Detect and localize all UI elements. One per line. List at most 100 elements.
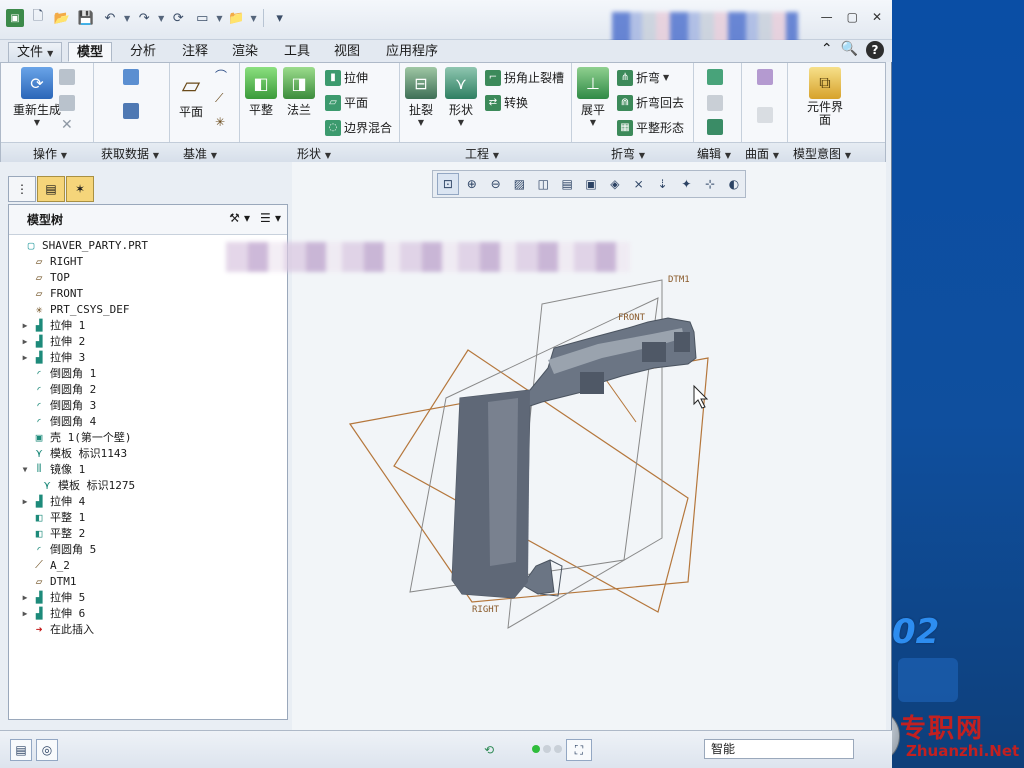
maximize-icon[interactable]: ▢ xyxy=(847,10,858,24)
edit-pattern-icon[interactable] xyxy=(707,69,723,85)
tree-item[interactable]: ▣ 壳 1(第一个壁) xyxy=(9,429,287,445)
help-icon[interactable]: ? xyxy=(866,41,884,59)
model-tree-tab-icon[interactable]: ⋮ xyxy=(8,176,36,202)
expand-arrow-icon[interactable]: ▶ xyxy=(19,497,31,506)
tree-columns-icon[interactable]: ☰ ▾ xyxy=(260,211,281,225)
more-icon[interactable]: ▾ xyxy=(270,8,290,28)
flange-button[interactable]: ◨ 法兰 xyxy=(283,67,315,118)
tree-item[interactable]: ▼ ⫴ 镜像 1 xyxy=(9,461,287,477)
tab-applications[interactable]: 应用程序 xyxy=(378,42,446,62)
tab-render[interactable]: 渲染 xyxy=(224,42,266,62)
expand-arrow-icon[interactable]: ▶ xyxy=(19,321,31,330)
save-icon[interactable]: 💾 xyxy=(76,8,96,28)
tree-item[interactable]: ▱ FRONT xyxy=(9,285,287,301)
close-icon[interactable]: ✕ xyxy=(872,10,882,24)
folder-icon[interactable]: 📁 xyxy=(226,8,246,28)
redo-dropdown-icon[interactable]: ▼ xyxy=(158,14,164,23)
convert-button[interactable]: ⇄ 转换 xyxy=(485,94,528,111)
search-icon[interactable]: 🔍 xyxy=(841,41,858,59)
view-manager-icon[interactable]: ▣ xyxy=(580,173,602,195)
tab-tools[interactable]: 工具 xyxy=(276,42,318,62)
component-interface-button[interactable]: ⧉ 元件界面 xyxy=(805,67,845,127)
show-navigator-icon[interactable]: ▤ xyxy=(10,739,32,761)
axis-icon[interactable]: ⟋ xyxy=(215,91,223,106)
tab-analysis[interactable]: 分析 xyxy=(122,42,164,62)
unbend-button[interactable]: ⊥ 展平 ▼ xyxy=(577,67,609,127)
csys-icon[interactable]: ✳ xyxy=(215,115,225,129)
fill-surface-icon[interactable] xyxy=(757,69,773,85)
selection-filter-select[interactable]: 智能 xyxy=(704,739,854,759)
refit-icon[interactable]: ⊡ xyxy=(437,173,459,195)
group-datum[interactable]: 基准 ▼ xyxy=(183,145,217,162)
tree-item[interactable]: ◜ 倒圆角 5 xyxy=(9,541,287,557)
undo-dropdown-icon[interactable]: ▼ xyxy=(124,14,130,23)
edit-arrow-icon[interactable] xyxy=(707,95,723,111)
tree-item[interactable]: ▶ ▟ 拉伸 2 xyxy=(9,333,287,349)
tree-item[interactable]: ▶ ▟ 拉伸 3 xyxy=(9,349,287,365)
tree-item[interactable]: ✳ PRT_CSYS_DEF xyxy=(9,301,287,317)
window-dropdown-icon[interactable]: ▼ xyxy=(216,14,222,23)
flat-state-button[interactable]: ▦ 平整形态 xyxy=(617,119,684,136)
expand-arrow-icon[interactable]: ▶ xyxy=(19,353,31,362)
tree-item[interactable]: ◜ 倒圆角 1 xyxy=(9,365,287,381)
tree-item[interactable]: ◜ 倒圆角 3 xyxy=(9,397,287,413)
tree-item[interactable]: ◧ 平整 1 xyxy=(9,509,287,525)
app-icon[interactable]: ▣ xyxy=(6,9,24,27)
saved-orientations-icon[interactable]: ▤ xyxy=(556,173,578,195)
expand-arrow-icon[interactable]: ▶ xyxy=(19,609,31,618)
tree-item[interactable]: ▶ ▟ 拉伸 4 xyxy=(9,493,287,509)
minimize-icon[interactable]: — xyxy=(821,10,833,24)
collapse-ribbon-icon[interactable]: ⌃ xyxy=(821,41,833,59)
group-model-intent[interactable]: 模型意图 ▼ xyxy=(793,145,851,162)
paste-icon[interactable] xyxy=(59,95,75,111)
tree-item[interactable]: ▶ ▟ 拉伸 6 xyxy=(9,605,287,621)
flatten-button[interactable]: ◧ 平整 xyxy=(245,67,277,118)
tab-annotate[interactable]: 注释 xyxy=(174,42,216,62)
perspective-icon[interactable]: ◈ xyxy=(604,173,626,195)
find-icon[interactable]: ⛶ xyxy=(566,739,592,761)
group-shapes[interactable]: 形状 ▼ xyxy=(297,145,331,162)
appearance-icon[interactable]: ◐ xyxy=(723,173,745,195)
expand-arrow-icon[interactable]: ▶ xyxy=(19,337,31,346)
tree-item[interactable]: ▶ ▟ 拉伸 5 xyxy=(9,589,287,605)
expanded-arrow-icon[interactable]: ▼ xyxy=(19,465,31,474)
csys-display-icon[interactable]: ⊹ xyxy=(699,173,721,195)
graphics-viewport[interactable]: DTM1 FRONT RIGHT ⊡ ⊕ ⊖ ▨ ◫ ▤ ▣ ◈ ⨯ ⇣ ✦ ⊹… xyxy=(226,162,886,730)
rip-button[interactable]: ⊟ 扯裂 ▼ xyxy=(405,67,437,127)
show-browser-icon[interactable]: ◎ xyxy=(36,739,58,761)
open-folder-icon[interactable]: 📂 xyxy=(52,8,72,28)
boundary-blend-button[interactable]: ◌ 边界混合 xyxy=(325,119,392,136)
regenerate-button[interactable]: ⟳ 重新生成 ▼ xyxy=(13,67,61,127)
datum-display-icon[interactable]: ⨯ xyxy=(628,173,650,195)
zoom-out-icon[interactable]: ⊖ xyxy=(485,173,507,195)
plane-shape-button[interactable]: ▱ 平面 xyxy=(325,94,368,111)
user-defined-feature-icon[interactable] xyxy=(123,69,139,85)
undo-icon[interactable]: ↶ xyxy=(100,8,120,28)
copy-geometry-icon[interactable] xyxy=(123,103,139,119)
tab-view[interactable]: 视图 xyxy=(326,42,368,62)
expand-arrow-icon[interactable]: ▶ xyxy=(19,593,31,602)
tree-item[interactable]: ◜ 倒圆角 4 xyxy=(9,413,287,429)
tab-model[interactable]: 模型 xyxy=(68,42,113,62)
tree-item[interactable]: ⋎ 模板 标识1275 xyxy=(9,477,287,493)
bend-back-button[interactable]: ⋒ 折弯回去 xyxy=(617,94,684,111)
tree-item[interactable]: ➜ 在此插入 xyxy=(9,621,287,637)
tab-file[interactable]: 文件 ▼ xyxy=(8,42,63,62)
new-file-icon[interactable]: 🗋 xyxy=(28,8,48,28)
regen-status-icon[interactable]: ⟲ xyxy=(478,739,500,761)
surface-icon[interactable] xyxy=(757,107,773,123)
folder-browser-tab-icon[interactable]: ▤ xyxy=(37,176,65,202)
tree-item[interactable]: ▶ ▟ 拉伸 1 xyxy=(9,317,287,333)
copy-icon[interactable] xyxy=(59,69,75,85)
annotation-display-icon[interactable]: ⇣ xyxy=(652,173,674,195)
favorites-tab-icon[interactable]: ✶ xyxy=(66,176,94,202)
group-surface[interactable]: 曲面 ▼ xyxy=(745,145,779,162)
tree-item[interactable]: ▱ DTM1 xyxy=(9,573,287,589)
plane-button[interactable]: ▱ 平面 xyxy=(175,69,207,120)
redo-icon[interactable]: ↷ xyxy=(134,8,154,28)
bend-button[interactable]: ⋔ 折弯 ▼ xyxy=(617,69,669,86)
tree-item[interactable]: ⋎ 模板 标识1143 xyxy=(9,445,287,461)
corner-relief-button[interactable]: ⌐ 拐角止裂槽 xyxy=(485,69,564,86)
spin-center-icon[interactable]: ✦ xyxy=(675,173,697,195)
group-edit[interactable]: 编辑 ▼ xyxy=(697,145,731,162)
